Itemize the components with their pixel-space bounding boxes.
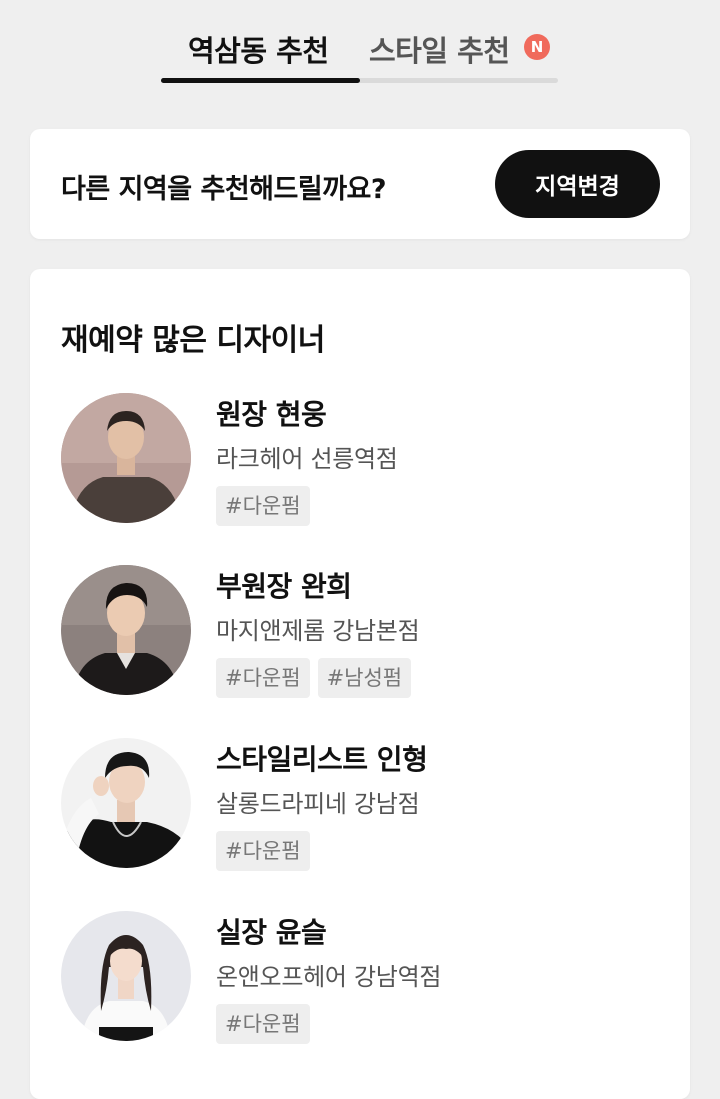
designer-name: 스타일리스트 인형 <box>216 743 428 776</box>
tag-list: #다운펌 #남성펌 <box>216 658 412 698</box>
tab-bar: 역삼동 추천 스타일 추천 N <box>0 0 720 84</box>
designer-name: 부원장 완희 <box>216 570 352 603</box>
avatar[interactable] <box>61 738 191 868</box>
tag-list: #다운펌 <box>216 486 310 526</box>
tab-style[interactable]: 스타일 추천 <box>369 28 510 70</box>
tag-list: #다운펌 <box>216 1004 310 1044</box>
designer-salon: 온앤오프헤어 강남역점 <box>216 963 442 991</box>
section-title: 재예약 많은 디자이너 <box>61 323 325 358</box>
designer-name: 원장 현웅 <box>216 398 327 431</box>
designers-card: 재예약 많은 디자이너 원장 현웅 라크헤어 선릉역점 #다운펌 부원장 완희 … <box>30 269 690 1099</box>
tag[interactable]: #다운펌 <box>216 1004 310 1044</box>
designer-salon: 라크헤어 선릉역점 <box>216 445 398 473</box>
designer-item[interactable]: 실장 윤슬 온앤오프헤어 강남역점 #다운펌 <box>30 911 690 1071</box>
region-card: 다른 지역을 추천해드릴까요? 지역변경 <box>30 129 690 239</box>
tag[interactable]: #다운펌 <box>216 486 310 526</box>
designer-salon: 마지앤제롬 강남본점 <box>216 617 420 645</box>
tab-indicator <box>161 78 360 83</box>
designer-item[interactable]: 원장 현웅 라크헤어 선릉역점 #다운펌 <box>30 393 690 553</box>
avatar[interactable] <box>61 393 191 523</box>
tag[interactable]: #남성펌 <box>317 658 412 698</box>
designer-salon: 살롱드라피네 강남점 <box>216 790 420 818</box>
designer-name: 실장 윤슬 <box>216 916 327 949</box>
region-prompt: 다른 지역을 추천해드릴까요? <box>61 174 387 205</box>
tab-yeoksam[interactable]: 역삼동 추천 <box>188 28 329 70</box>
designer-item[interactable]: 스타일리스트 인형 살롱드라피네 강남점 #다운펌 <box>30 738 690 898</box>
avatar[interactable] <box>61 565 191 695</box>
tag[interactable]: #다운펌 <box>216 658 310 698</box>
change-region-button[interactable]: 지역변경 <box>495 150 660 218</box>
new-badge: N <box>524 34 550 60</box>
designer-item[interactable]: 부원장 완희 마지앤제롬 강남본점 #다운펌 #남성펌 <box>30 565 690 725</box>
tag[interactable]: #다운펌 <box>216 831 310 871</box>
tag-list: #다운펌 <box>216 831 310 871</box>
avatar[interactable] <box>61 911 191 1041</box>
